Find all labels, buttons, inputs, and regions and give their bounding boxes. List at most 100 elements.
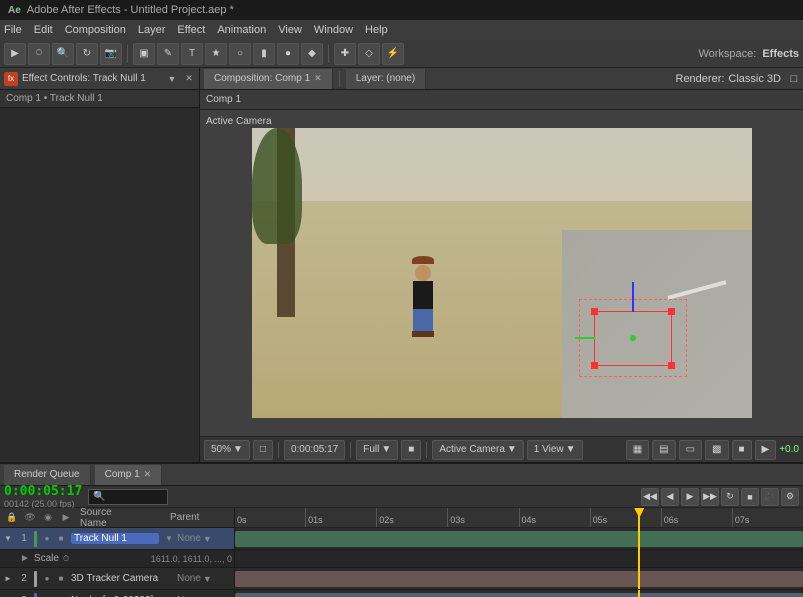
track-2-vis[interactable]: ● bbox=[41, 573, 53, 585]
track-1-lock[interactable]: ■ bbox=[55, 533, 67, 545]
menu-window[interactable]: Window bbox=[314, 24, 353, 36]
tool-puppet[interactable]: ◆ bbox=[301, 43, 323, 65]
tool-text[interactable]: T bbox=[181, 43, 203, 65]
vt-sep3 bbox=[426, 442, 427, 458]
renderer-label: Renderer: bbox=[676, 73, 725, 85]
tool-eraser[interactable]: ▮ bbox=[253, 43, 275, 65]
menu-file[interactable]: File bbox=[4, 24, 22, 36]
tl-icon-solo[interactable]: ◉ bbox=[40, 510, 56, 526]
track-2-lock[interactable]: ■ bbox=[55, 573, 67, 585]
renderer-area: Renderer: Classic 3D bbox=[676, 73, 782, 85]
panel-icon: fx bbox=[4, 72, 18, 86]
menu-effect[interactable]: Effect bbox=[177, 24, 205, 36]
viewer-canvas[interactable]: Active Camera bbox=[200, 110, 803, 436]
tool-rect[interactable]: ▣ bbox=[133, 43, 155, 65]
viewer-toolbar: 50% ▼ □ 0:00:05:17 Full ▼ ■ Active Camer… bbox=[200, 436, 803, 462]
tool-roto[interactable]: ● bbox=[277, 43, 299, 65]
tool-rotate[interactable]: ↻ bbox=[76, 43, 98, 65]
tl-btn7[interactable]: 🎥 bbox=[761, 488, 779, 506]
tool-snap[interactable]: ⚡ bbox=[382, 43, 404, 65]
tool-stamp[interactable]: ○ bbox=[229, 43, 251, 65]
tl-btn1[interactable]: ◀◀ bbox=[641, 488, 659, 506]
snap-btn[interactable]: ▩ bbox=[705, 440, 728, 460]
tl-btn8[interactable]: ⚙ bbox=[781, 488, 799, 506]
render-queue-tab[interactable]: Render Queue bbox=[4, 465, 91, 485]
sub-expand[interactable]: ► bbox=[20, 553, 30, 564]
tool-pen[interactable]: ✎ bbox=[157, 43, 179, 65]
sub-stopwatch[interactable]: ⏱ bbox=[63, 554, 69, 564]
mark-5s: 05s bbox=[591, 508, 662, 527]
workspace-area: Workspace: Effects bbox=[698, 48, 799, 60]
track-1-vis[interactable]: ● bbox=[41, 533, 53, 545]
menu-edit[interactable]: Edit bbox=[34, 24, 53, 36]
tl-icon-lock[interactable]: 🔒 bbox=[4, 510, 20, 526]
tl-btn6[interactable]: ■ bbox=[741, 488, 759, 506]
tl-btn4[interactable]: ▶▶ bbox=[701, 488, 719, 506]
effect-controls-breadcrumb: Comp 1 • Track Null 1 bbox=[0, 90, 199, 108]
active-camera-label: Active Camera bbox=[206, 116, 272, 127]
comp1-tab[interactable]: Comp 1 ✕ bbox=[95, 465, 163, 485]
menu-view[interactable]: View bbox=[278, 24, 302, 36]
sep1 bbox=[127, 45, 128, 63]
sep2 bbox=[328, 45, 329, 63]
tl-btn2[interactable]: ◀ bbox=[661, 488, 679, 506]
comp-name: Comp 1 bbox=[206, 94, 241, 105]
track-1-vis-icons: ● ■ bbox=[41, 533, 67, 545]
guide-btn[interactable]: ▤ bbox=[652, 440, 675, 460]
timeline-bars-area[interactable]: 0s 01s 02s 03s 04s 05s 06s 07s bbox=[235, 508, 803, 597]
title-bar: Ae Adobe After Effects - Untitled Projec… bbox=[0, 0, 803, 20]
tool-select[interactable]: ▶ bbox=[4, 43, 26, 65]
tl-icon-shy[interactable]: 👁 bbox=[22, 510, 38, 526]
mark-0s: 0s bbox=[235, 508, 306, 527]
tool-camera[interactable]: 📷 bbox=[100, 43, 122, 65]
offset-display: +0.0 bbox=[779, 444, 799, 455]
camera-selector[interactable]: Active Camera ▼ bbox=[432, 440, 523, 460]
tl-btn3[interactable]: ▶ bbox=[681, 488, 699, 506]
track-1-num: 1 bbox=[16, 533, 32, 544]
composition-tab[interactable]: Composition: Comp 1 ✕ bbox=[204, 69, 333, 89]
channel-btn[interactable]: ■ bbox=[401, 440, 421, 460]
menu-layer[interactable]: Layer bbox=[138, 24, 166, 36]
tl-btn5[interactable]: ↻ bbox=[721, 488, 739, 506]
track-1-fx-icon[interactable]: ▼ bbox=[163, 533, 175, 545]
tool-brush[interactable]: ★ bbox=[205, 43, 227, 65]
tool-hand[interactable]: ⍥ bbox=[28, 43, 50, 65]
tool-anchor[interactable]: ✚ bbox=[334, 43, 356, 65]
track-2-color bbox=[34, 571, 37, 587]
track-3-color bbox=[34, 593, 37, 597]
quality-selector[interactable]: Full ▼ bbox=[356, 440, 398, 460]
playhead-indicator[interactable] bbox=[638, 508, 640, 527]
tracks-container: 🔒 👁 ◉ ▶ Source Name Parent ▼ 1 ● ■ Track… bbox=[0, 508, 803, 597]
feet bbox=[412, 331, 434, 337]
tool-3d[interactable]: ◇ bbox=[358, 43, 380, 65]
track-row-1[interactable]: ▼ 1 ● ■ Track Null 1 ▼ None ▼ bbox=[0, 528, 234, 550]
comp-tab-close[interactable]: ✕ bbox=[144, 469, 152, 480]
track-row-2[interactable]: ► 2 ● ■ 3D Tracker Camera None ▼ bbox=[0, 568, 234, 590]
comp-tab-close[interactable]: ✕ bbox=[314, 73, 322, 84]
menu-composition[interactable]: Composition bbox=[65, 24, 126, 36]
menu-animation[interactable]: Animation bbox=[217, 24, 266, 36]
grid-btn[interactable]: ▦ bbox=[626, 440, 649, 460]
tool-zoom[interactable]: 🔍 bbox=[52, 43, 74, 65]
main-content: fx Effect Controls: Track Null 1 ▼ ✕ Com… bbox=[0, 68, 803, 462]
track-3-bar-row bbox=[235, 590, 803, 597]
zoom-fit-btn[interactable]: □ bbox=[253, 440, 273, 460]
viewer-maximize[interactable]: □ bbox=[789, 74, 799, 84]
timecode-area: 0:00:05:17 00142 (25.00 fps) bbox=[4, 484, 82, 509]
track-row-3[interactable]: ► 3 ● ■ Neelu_[...0-00283].jpg ▼ fx None… bbox=[0, 590, 234, 597]
timecode-display[interactable]: 0:00:05:17 bbox=[284, 440, 345, 460]
layer-tab[interactable]: Layer: (none) bbox=[346, 69, 426, 89]
panel-menu-btn[interactable]: ▼ bbox=[165, 72, 179, 86]
track-1-expand[interactable]: ▼ bbox=[2, 533, 14, 545]
timeline-search[interactable] bbox=[88, 489, 168, 505]
mask-btn[interactable]: ■ bbox=[732, 440, 752, 460]
tl-icon-render[interactable]: ▶ bbox=[58, 510, 74, 526]
track-2-expand[interactable]: ► bbox=[2, 573, 14, 585]
menu-help[interactable]: Help bbox=[365, 24, 388, 36]
zoom-selector[interactable]: 50% ▼ bbox=[204, 440, 250, 460]
view-selector[interactable]: 1 View ▼ bbox=[527, 440, 583, 460]
panel-close-btn[interactable]: ✕ bbox=[183, 73, 195, 85]
render-btn[interactable]: ▶ bbox=[755, 440, 777, 460]
ruler-btn[interactable]: ▭ bbox=[679, 440, 702, 460]
app-title: Adobe After Effects - Untitled Project.a… bbox=[27, 4, 234, 16]
